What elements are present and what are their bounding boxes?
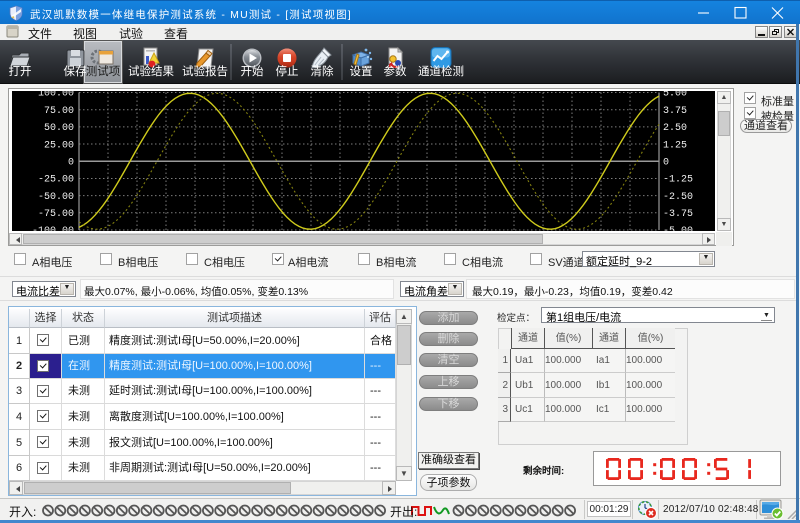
svg-text:-5.00: -5.00 (663, 226, 693, 231)
svg-text:-100.00: -100.00 (32, 226, 74, 231)
svg-text:50.00: 50.00 (44, 123, 74, 134)
svg-text:-1.25: -1.25 (663, 175, 693, 186)
svg-text:2.50: 2.50 (663, 123, 687, 134)
svg-text:-2.50: -2.50 (663, 192, 693, 203)
svg-text:-75.00: -75.00 (38, 209, 74, 220)
svg-text:-3.75: -3.75 (663, 209, 693, 220)
svg-text:0: 0 (663, 158, 669, 169)
svg-text:100.00: 100.00 (38, 91, 74, 100)
svg-text:-25.00: -25.00 (38, 175, 74, 186)
svg-text:5.00: 5.00 (663, 91, 687, 100)
svg-text:0: 0 (68, 158, 74, 169)
svg-text:3.75: 3.75 (663, 106, 687, 117)
svg-text:75.00: 75.00 (44, 106, 74, 117)
svg-text:-50.00: -50.00 (38, 192, 74, 203)
svg-text:25.00: 25.00 (44, 140, 74, 151)
svg-text:1.25: 1.25 (663, 140, 687, 151)
